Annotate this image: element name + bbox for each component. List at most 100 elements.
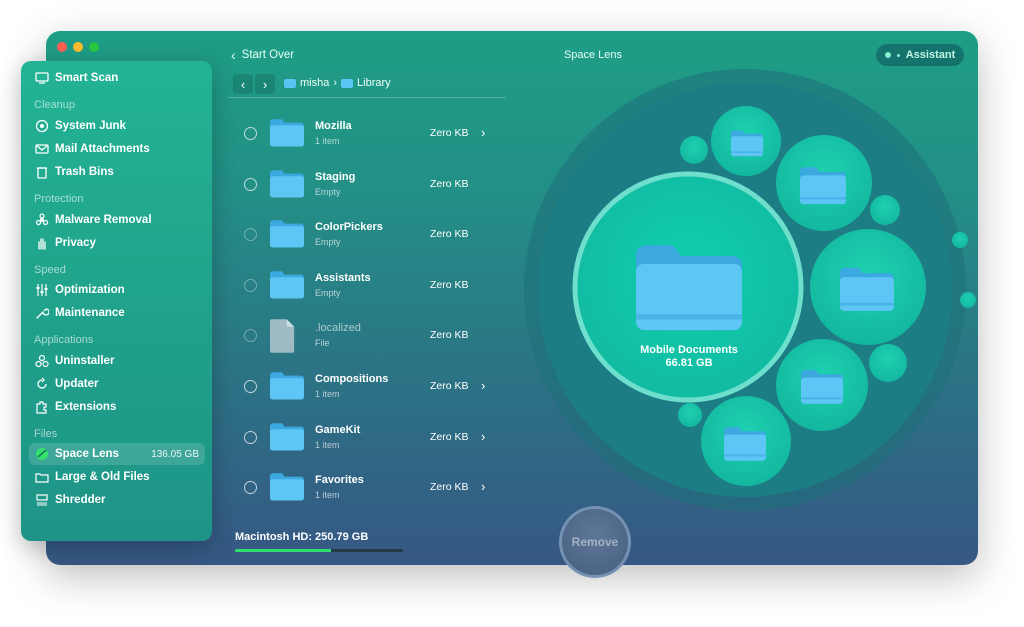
space-lens-icon <box>29 447 55 461</box>
sidebar-item-label: Maintenance <box>55 307 125 319</box>
sidebar-section-applications: Applications <box>34 334 94 346</box>
file-subtitle: Empty <box>315 186 341 197</box>
file-name: .localized <box>315 322 361 335</box>
zoom-window-button[interactable] <box>89 42 99 52</box>
sidebar-item-system-junk[interactable]: System Junk <box>29 115 205 137</box>
folder-icon <box>270 471 304 503</box>
monitor-icon <box>29 71 55 85</box>
sidebar-item-label: Malware Removal <box>55 214 152 226</box>
folder-icon <box>284 78 296 88</box>
file-row[interactable]: Favorites 1 item Zero KB › <box>236 468 502 508</box>
close-window-button[interactable] <box>57 42 67 52</box>
sidebar-item-label: Mail Attachments <box>55 143 150 155</box>
back-button[interactable]: ‹ <box>233 74 253 94</box>
shredder-icon <box>29 493 55 507</box>
uninstaller-icon <box>29 354 55 368</box>
sidebar-item-label: Trash Bins <box>55 166 114 178</box>
file-subtitle: 1 item <box>315 389 340 399</box>
file-subtitle: Empty <box>315 287 341 298</box>
file-name: Staging <box>315 170 356 183</box>
file-size: Zero KB <box>430 329 469 342</box>
file-name: Favorites <box>315 474 364 487</box>
select-checkbox[interactable] <box>244 177 257 191</box>
file-size: Zero KB <box>430 380 469 392</box>
sidebar-item-optimization[interactable]: Optimization <box>29 279 205 301</box>
biohazard-icon <box>29 213 55 227</box>
sidebar-item-privacy[interactable]: Privacy <box>29 232 205 254</box>
select-checkbox[interactable] <box>244 127 257 140</box>
start-over-button[interactable]: ‹ Start Over <box>231 47 294 63</box>
select-checkbox[interactable] <box>244 228 257 242</box>
file-row[interactable]: Mozilla 1 item Zero KB › <box>236 114 502 154</box>
file-size: Zero KB <box>430 430 469 443</box>
file-row[interactable]: Compositions 1 item Zero KB › <box>236 367 502 407</box>
sidebar-item-maintenance[interactable]: Maintenance <box>29 302 205 324</box>
sidebar-item-updater[interactable]: Updater <box>29 373 205 395</box>
select-checkbox[interactable] <box>244 278 257 292</box>
minimize-window-button[interactable] <box>73 42 83 52</box>
chevron-right-icon[interactable]: › <box>481 125 485 140</box>
cleanup-icon <box>29 119 55 133</box>
file-row[interactable]: Staging Empty Zero KB <box>236 165 502 205</box>
file-size: Zero KB <box>430 127 469 139</box>
divider <box>228 97 506 98</box>
chevron-left-icon: ‹ <box>231 47 236 63</box>
file-row[interactable]: .localized File Zero KB <box>236 316 502 356</box>
file-size: Zero KB <box>430 177 469 190</box>
assistant-dot-icon <box>884 52 891 58</box>
sidebar-item-mail-attachments[interactable]: Mail Attachments <box>29 138 205 160</box>
space-lens-size: 136.05 GB <box>151 448 199 460</box>
sidebar-section-protection: Protection <box>34 193 84 205</box>
file-subtitle: 1 item <box>315 439 340 450</box>
file-row[interactable]: Assistants Empty Zero KB <box>236 266 502 306</box>
sidebar-section-speed: Speed <box>34 264 66 276</box>
breadcrumb-item-library[interactable]: Library <box>357 77 391 89</box>
folder-icon <box>270 421 304 453</box>
select-checkbox[interactable] <box>244 329 257 343</box>
chevron-right-icon[interactable]: › <box>481 378 485 393</box>
sidebar-item-label: System Junk <box>55 120 126 132</box>
chevron-right-icon[interactable]: › <box>481 429 485 444</box>
file-row[interactable]: GameKit 1 item Zero KB › <box>236 418 502 458</box>
assistant-button[interactable]: Assistant <box>876 44 964 66</box>
sidebar-item-smart-scan[interactable]: Smart Scan <box>29 67 205 89</box>
file-subtitle: 1 item <box>315 136 340 146</box>
assistant-dot-small-icon <box>896 53 900 57</box>
file-name: Mozilla <box>315 120 352 132</box>
file-name: GameKit <box>315 423 361 436</box>
folder-icon <box>270 168 304 200</box>
file-subtitle: File <box>315 338 330 349</box>
wrench-icon <box>29 306 55 320</box>
sidebar-item-large-old-files[interactable]: Large & Old Files <box>29 466 205 488</box>
sidebar-item-label: Space Lens <box>55 448 119 460</box>
forward-button[interactable]: › <box>255 74 275 94</box>
sidebar-item-extensions[interactable]: Extensions <box>29 396 205 418</box>
select-checkbox[interactable] <box>244 481 257 495</box>
sidebar-item-trash-bins[interactable]: Trash Bins <box>29 161 205 183</box>
sidebar: Smart Scan Cleanup System Junk Mail Atta… <box>21 61 212 541</box>
assistant-label: Assistant <box>905 49 956 61</box>
sidebar-item-shredder[interactable]: Shredder <box>29 489 205 511</box>
folder-icon <box>270 117 304 149</box>
file-subtitle: Empty <box>315 237 341 248</box>
sidebar-item-uninstaller[interactable]: Uninstaller <box>29 350 205 372</box>
sidebar-item-malware-removal[interactable]: Malware Removal <box>29 209 205 231</box>
extensions-icon <box>29 400 55 414</box>
mail-icon <box>29 142 55 156</box>
sidebar-section-files: Files <box>34 428 58 440</box>
sidebar-item-label: Smart Scan <box>55 72 119 84</box>
select-checkbox[interactable] <box>244 430 257 444</box>
folder-icon <box>29 470 55 484</box>
file-size: Zero KB <box>430 228 469 241</box>
sidebar-item-space-lens[interactable]: Space Lens 136.05 GB <box>29 443 205 465</box>
sidebar-item-label: Shredder <box>55 494 106 506</box>
select-checkbox[interactable] <box>244 380 257 393</box>
start-over-label: Start Over <box>241 49 295 61</box>
file-row[interactable]: ColorPickers Empty Zero KB <box>236 215 502 255</box>
disk-usage-bar <box>235 549 403 552</box>
updater-icon <box>29 377 55 391</box>
chevron-right-icon[interactable]: › <box>481 479 485 494</box>
trash-icon <box>29 165 55 179</box>
remove-button[interactable]: Remove <box>559 506 631 578</box>
breadcrumb-item-misha[interactable]: misha <box>300 77 329 89</box>
